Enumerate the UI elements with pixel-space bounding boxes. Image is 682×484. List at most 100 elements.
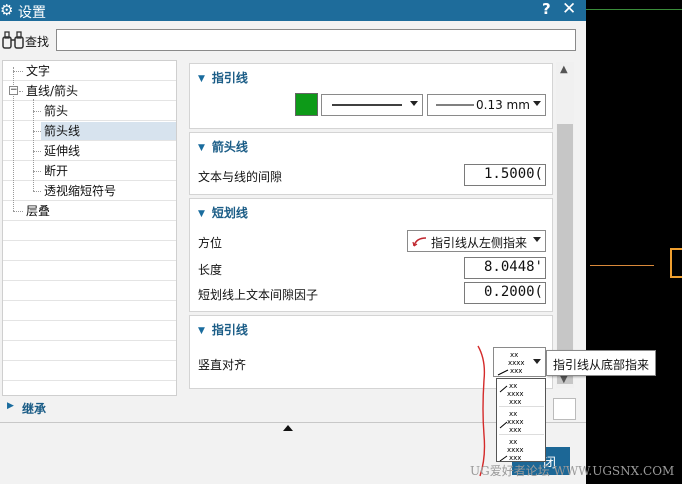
sample-text: xxx bbox=[509, 426, 521, 434]
section-title: 短划线 bbox=[211, 206, 248, 220]
tree-row bbox=[3, 361, 176, 381]
tree-row bbox=[3, 321, 176, 341]
section-header-arrow-line[interactable]: ▼ 箭头线 bbox=[198, 138, 248, 155]
inherit-button[interactable] bbox=[553, 398, 576, 420]
align-option-top[interactable]: xx xxxx xxx bbox=[499, 380, 544, 407]
text-gap-factor-label: 短划线上文本间隙因子 bbox=[198, 288, 319, 302]
text-line-gap-input[interactable]: 1.5000( bbox=[464, 164, 546, 186]
leader-color-swatch[interactable] bbox=[295, 93, 318, 116]
tree-item-arrow-line[interactable]: 箭头线 bbox=[41, 122, 176, 140]
length-input[interactable]: 8.0448' bbox=[464, 257, 546, 279]
line-width-dropdown[interactable]: 0.13 mm bbox=[427, 94, 546, 116]
line-style-dropdown[interactable] bbox=[321, 94, 423, 116]
find-input[interactable] bbox=[56, 29, 576, 51]
chevron-down-icon bbox=[410, 101, 418, 106]
tree-connector bbox=[33, 99, 34, 191]
collapsed-triangle-icon: ▶ bbox=[7, 401, 14, 411]
help-button[interactable]: ? bbox=[542, 0, 551, 18]
chevron-down-icon bbox=[533, 359, 541, 364]
tree-connector bbox=[33, 111, 41, 112]
tree-connector bbox=[33, 191, 41, 192]
sample-text: xx bbox=[509, 382, 517, 390]
tree-connector bbox=[13, 71, 23, 72]
find-label: 查找 bbox=[25, 35, 50, 49]
close-icon[interactable]: ✕ bbox=[562, 0, 576, 19]
expand-triangle-icon: ▼ bbox=[198, 74, 205, 84]
sample-text: xxxx bbox=[507, 446, 524, 454]
text-line-gap-label: 文本与线的间隙 bbox=[198, 170, 283, 184]
tree-item-break[interactable]: 断开 bbox=[41, 162, 71, 180]
section-stub: ▼ 短划线 方位 指引线从左侧指来 长度 8.0448' 短划线上文本间隙因子 0… bbox=[189, 198, 553, 312]
tree-item-foreshortening-symbol[interactable]: 透视缩短符号 bbox=[41, 182, 119, 200]
inherit-title: 继承 bbox=[22, 402, 47, 416]
leader-bottom-align-icon: xx xxxx xxx bbox=[497, 351, 525, 376]
section-title: 指引线 bbox=[211, 71, 248, 85]
length-label: 长度 bbox=[198, 263, 223, 277]
settings-tree: − 文字 直线/箭头 箭头 箭头线 延伸线 断开 透视缩短符号 层叠 bbox=[2, 60, 177, 396]
tree-row bbox=[3, 281, 176, 301]
viewport-green-line bbox=[586, 9, 682, 10]
scroll-thumb[interactable] bbox=[557, 124, 573, 384]
section-header-leader-alignment[interactable]: ▼ 指引线 bbox=[198, 321, 248, 338]
title-bar[interactable]: ⚙ 设置 ? ✕ bbox=[0, 0, 586, 21]
section-header-stub[interactable]: ▼ 短划线 bbox=[198, 204, 248, 221]
sample-text: xxx bbox=[509, 454, 521, 462]
viewport-orange-line bbox=[590, 265, 654, 266]
leader-top-align-icon: xx xxxx xxx bbox=[499, 382, 524, 406]
tree-row bbox=[3, 301, 176, 321]
cad-viewport[interactable] bbox=[586, 0, 682, 484]
tree-row bbox=[3, 161, 176, 181]
vertical-align-dropdown[interactable]: xx xxxx xxx bbox=[493, 347, 546, 377]
align-option-bottom[interactable]: xx xxxx xxx bbox=[499, 436, 544, 463]
leader-bottom-align-icon: xx xxxx xxx bbox=[499, 438, 524, 462]
direction-label: 方位 bbox=[198, 236, 223, 250]
section-arrow-line: ▼ 箭头线 文本与线的间隙 1.5000( bbox=[189, 132, 553, 195]
expand-triangle-icon: ▼ bbox=[198, 143, 205, 153]
direction-value: 指引线从左侧指来 bbox=[431, 236, 528, 250]
sample-text: xx bbox=[509, 410, 517, 418]
section-title: 箭头线 bbox=[211, 140, 248, 154]
tree-item-text[interactable]: 文字 bbox=[23, 62, 53, 80]
sample-text: xxxx bbox=[507, 390, 524, 398]
vertical-align-popup: xx xxxx xxx xx xxxx xxx xx xxxx xxx bbox=[496, 378, 546, 462]
leader-middle-align-icon: xx xxxx xxx bbox=[499, 410, 524, 434]
section-header-leader[interactable]: ▼ 指引线 bbox=[198, 69, 248, 86]
watermark: UG爱好者论坛 WWW.UGSNX.COM bbox=[470, 464, 675, 478]
tree-row bbox=[3, 241, 176, 261]
expand-triangle-icon: ▼ bbox=[198, 326, 205, 336]
thin-line-icon bbox=[436, 104, 474, 106]
expand-triangle-icon: ▼ bbox=[198, 209, 205, 219]
sample-text: xxxx bbox=[508, 359, 525, 367]
gear-icon: ⚙ bbox=[0, 1, 14, 19]
binoculars-icon bbox=[2, 31, 24, 49]
tree-row bbox=[3, 141, 176, 161]
tree-row bbox=[3, 101, 176, 121]
tree-connector bbox=[33, 131, 41, 132]
sample-text: xxxx bbox=[507, 418, 524, 426]
tree-item-extension-line[interactable]: 延伸线 bbox=[41, 142, 83, 160]
tree-collapse-toggle[interactable]: − bbox=[9, 86, 18, 95]
align-option-middle[interactable]: xx xxxx xxx bbox=[499, 408, 544, 435]
tree-connector bbox=[33, 171, 41, 172]
chevron-down-icon bbox=[533, 101, 541, 106]
sample-text: xxx bbox=[509, 398, 521, 406]
tree-item-stack[interactable]: 层叠 bbox=[23, 202, 53, 220]
tree-connector bbox=[13, 211, 23, 212]
sample-text: xx bbox=[509, 438, 517, 446]
tree-row bbox=[3, 221, 176, 241]
viewport-marker bbox=[670, 248, 682, 278]
tree-row bbox=[3, 341, 176, 361]
leader-left-icon bbox=[412, 237, 427, 247]
window-title: 设置 bbox=[18, 5, 46, 21]
sample-text: xx bbox=[510, 351, 518, 359]
tree-item-lines-arrows[interactable]: 直线/箭头 bbox=[23, 82, 81, 100]
chevron-down-icon bbox=[533, 237, 541, 242]
collapse-up-icon[interactable] bbox=[283, 425, 293, 431]
direction-dropdown[interactable]: 指引线从左侧指来 bbox=[407, 230, 546, 252]
scroll-up-icon[interactable]: ▲ bbox=[560, 64, 568, 75]
tree-item-arrow[interactable]: 箭头 bbox=[41, 102, 71, 120]
line-width-value: 0.13 mm bbox=[476, 98, 530, 112]
scrollbar[interactable]: ▲ ▼ bbox=[556, 62, 574, 388]
tree-connector bbox=[33, 151, 41, 152]
text-gap-factor-input[interactable]: 0.2000( bbox=[464, 282, 546, 304]
